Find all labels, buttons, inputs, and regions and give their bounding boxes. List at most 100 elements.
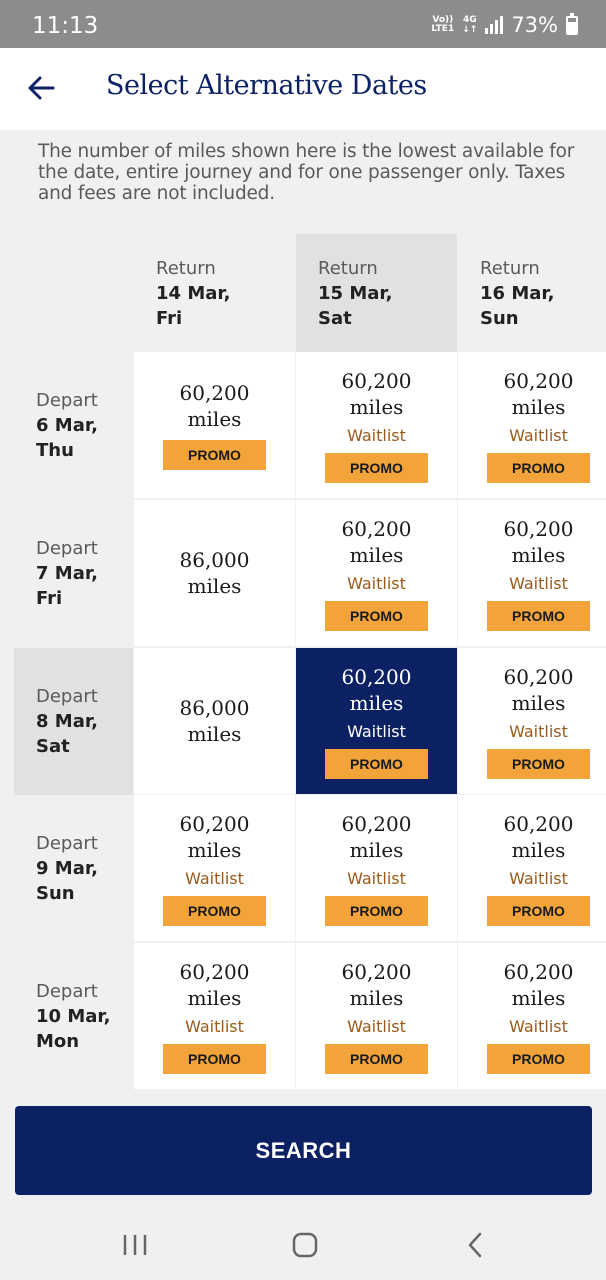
- miles-unit: miles: [187, 985, 242, 1010]
- fare-cell[interactable]: 60,200 miles Waitlist PROMO: [296, 943, 457, 1089]
- miles-amount: 60,200: [503, 368, 574, 393]
- miles-unit: miles: [511, 837, 566, 862]
- system-nav-bar: [0, 1210, 606, 1280]
- promo-badge: PROMO: [325, 452, 428, 483]
- battery-icon: [566, 12, 578, 35]
- miles-unit: miles: [349, 394, 404, 419]
- waitlist-label: Waitlist: [347, 573, 406, 593]
- fare-cell[interactable]: 60,200 miles Waitlist PROMO: [134, 795, 295, 941]
- miles-amount: 60,200: [503, 811, 574, 836]
- row-label: Depart: [36, 686, 98, 707]
- miles-amount: 60,200: [503, 516, 574, 541]
- row-day: Fri: [36, 588, 63, 609]
- miles-amount: 60,200: [179, 811, 250, 836]
- miles-unit: miles: [187, 574, 242, 598]
- column-label: Return: [480, 258, 540, 279]
- info-text: The number of miles shown here is the lo…: [38, 141, 575, 204]
- miles-unit: miles: [511, 542, 566, 567]
- fare-cell[interactable]: 60,200 miles Waitlist PROMO: [458, 352, 606, 498]
- waitlist-label: Waitlist: [347, 425, 406, 445]
- promo-badge: PROMO: [325, 895, 428, 926]
- waitlist-label: Waitlist: [509, 868, 568, 888]
- promo-badge: PROMO: [487, 895, 590, 926]
- miles-amount: 60,200: [341, 811, 412, 836]
- promo-badge: PROMO: [163, 895, 266, 926]
- row-day: Sat: [36, 736, 70, 757]
- fare-cell-selected[interactable]: 60,200 miles Waitlist PROMO: [296, 648, 457, 794]
- app-header: Select Alternative Dates: [0, 48, 606, 130]
- fare-cell[interactable]: 60,200 miles Waitlist PROMO: [458, 943, 606, 1089]
- row-label: Depart: [36, 833, 98, 854]
- promo-badge: PROMO: [325, 1043, 428, 1074]
- column-label: Return: [318, 258, 378, 279]
- waitlist-label: Waitlist: [347, 1016, 406, 1036]
- waitlist-label: Waitlist: [509, 425, 568, 445]
- fare-cell[interactable]: 60,200 miles Waitlist PROMO: [296, 795, 457, 941]
- status-icons: Vo)) LTE1 4G ↓↑ 73%: [431, 12, 578, 37]
- miles-amount: 60,200: [503, 664, 574, 689]
- row-date: 6 Mar,: [36, 415, 98, 436]
- row-day: Mon: [36, 1031, 80, 1052]
- fare-cell[interactable]: 60,200 miles Waitlist PROMO: [458, 500, 606, 646]
- waitlist-label: Waitlist: [347, 868, 406, 888]
- fare-cell[interactable]: 60,200 miles Waitlist PROMO: [458, 648, 606, 794]
- search-button[interactable]: SEARCH: [15, 1106, 592, 1195]
- miles-amount: 60,200: [341, 516, 412, 541]
- fare-cell[interactable]: 86,000 miles: [134, 500, 295, 646]
- miles-unit: miles: [187, 722, 242, 746]
- fare-cell[interactable]: 60,200 miles Waitlist PROMO: [458, 795, 606, 941]
- signal-icon: [485, 16, 504, 34]
- column-header: Return 16 Mar, Sun: [458, 234, 606, 352]
- miles-unit: miles: [511, 985, 566, 1010]
- status-bar: 11:13 Vo)) LTE1 4G ↓↑ 73%: [0, 0, 606, 48]
- row-date: 7 Mar,: [36, 563, 98, 584]
- home-icon[interactable]: [285, 1230, 325, 1260]
- miles-amount: 60,200: [341, 959, 412, 984]
- column-day: Sun: [480, 308, 519, 329]
- row-date: 9 Mar,: [36, 858, 98, 879]
- column-label: Return: [156, 258, 216, 279]
- row-label: Depart: [36, 981, 98, 1002]
- back-chevron-icon[interactable]: [455, 1230, 495, 1260]
- page-title: Select Alternative Dates: [106, 70, 427, 101]
- miles-amount: 86,000: [179, 696, 250, 720]
- miles-amount: 60,200: [179, 381, 250, 405]
- waitlist-label: Waitlist: [509, 721, 568, 741]
- fare-cell[interactable]: 60,200 miles PROMO: [134, 352, 295, 498]
- fare-cell[interactable]: 86,000 miles: [134, 648, 295, 794]
- fare-cell[interactable]: 60,200 miles Waitlist PROMO: [296, 352, 457, 498]
- column-header: Return 15 Mar, Sat: [296, 234, 457, 352]
- miles-amount: 60,200: [179, 959, 250, 984]
- promo-badge: PROMO: [487, 452, 590, 483]
- miles-amount: 60,200: [503, 959, 574, 984]
- promo-badge: PROMO: [325, 748, 428, 779]
- row-label: Depart: [36, 538, 98, 559]
- waitlist-label: Waitlist: [185, 1016, 244, 1036]
- miles-amount: 60,200: [341, 664, 412, 689]
- miles-unit: miles: [511, 394, 566, 419]
- row-header: Depart 10 Mar, Mon: [14, 943, 133, 1090]
- column-day: Fri: [156, 308, 183, 329]
- recents-icon[interactable]: [115, 1230, 155, 1260]
- miles-unit: miles: [511, 690, 566, 715]
- volte-icon: Vo)) LTE1: [431, 15, 455, 34]
- column-date: 14 Mar,: [156, 283, 231, 304]
- miles-unit: miles: [349, 837, 404, 862]
- promo-badge: PROMO: [163, 440, 266, 470]
- miles-amount: 86,000: [179, 548, 250, 572]
- row-label: Depart: [36, 390, 98, 411]
- column-date: 15 Mar,: [318, 283, 393, 304]
- back-arrow-icon[interactable]: [26, 73, 56, 103]
- fare-cell[interactable]: 60,200 miles Waitlist PROMO: [296, 500, 457, 646]
- miles-unit: miles: [349, 985, 404, 1010]
- row-header: Depart 8 Mar, Sat: [14, 648, 133, 795]
- miles-unit: miles: [349, 542, 404, 567]
- promo-badge: PROMO: [487, 600, 590, 631]
- fare-cell[interactable]: 60,200 miles Waitlist PROMO: [134, 943, 295, 1089]
- row-day: Thu: [36, 440, 74, 461]
- row-date: 10 Mar,: [36, 1006, 111, 1027]
- network-type-icon: 4G ↓↑: [462, 15, 478, 35]
- row-header: Depart 6 Mar, Thu: [14, 352, 133, 499]
- column-date: 16 Mar,: [480, 283, 555, 304]
- waitlist-label: Waitlist: [509, 573, 568, 593]
